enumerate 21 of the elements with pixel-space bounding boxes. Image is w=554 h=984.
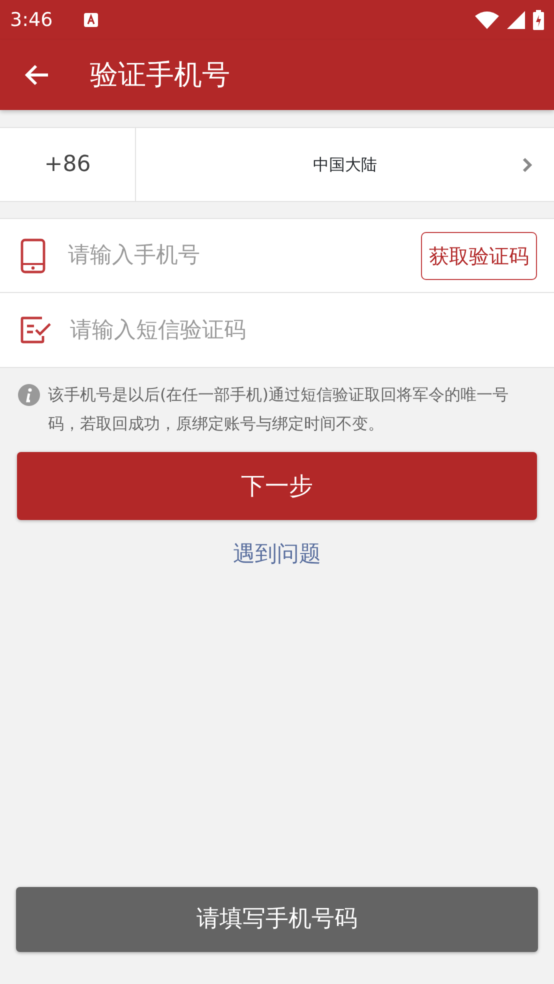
get-code-button[interactable]: 获取验证码 bbox=[421, 232, 537, 280]
battery-icon bbox=[533, 10, 544, 30]
notice-text: 该手机号是以后(在任一部手机)通过短信验证取回将军令的唯一号码，若取回成功，原绑定账号与绑定时间不变。 bbox=[48, 384, 510, 435]
page-title: 验证手机号 bbox=[90, 57, 230, 93]
help-link[interactable]: 遇到问题 bbox=[233, 542, 321, 567]
signal-icon bbox=[507, 11, 525, 29]
info-icon bbox=[18, 384, 40, 406]
back-arrow-icon bbox=[24, 63, 50, 88]
phone-icon bbox=[20, 238, 46, 274]
back-button[interactable] bbox=[24, 62, 50, 88]
country-code: +86 bbox=[44, 151, 91, 179]
country-name: 中国大陆 bbox=[313, 154, 377, 176]
sms-code-input[interactable]: 请输入短信验证码 bbox=[70, 314, 537, 346]
wifi-icon bbox=[475, 11, 499, 29]
country-selector[interactable]: +86 中国大陆 bbox=[0, 127, 554, 202]
chevron-right-icon bbox=[522, 157, 532, 173]
notification-icon bbox=[82, 12, 99, 28]
next-step-button[interactable]: 下一步 bbox=[17, 452, 537, 520]
checklist-icon bbox=[20, 316, 52, 344]
phone-input[interactable]: 请输入手机号 bbox=[68, 239, 421, 272]
status-time: 3:46 bbox=[10, 8, 53, 33]
